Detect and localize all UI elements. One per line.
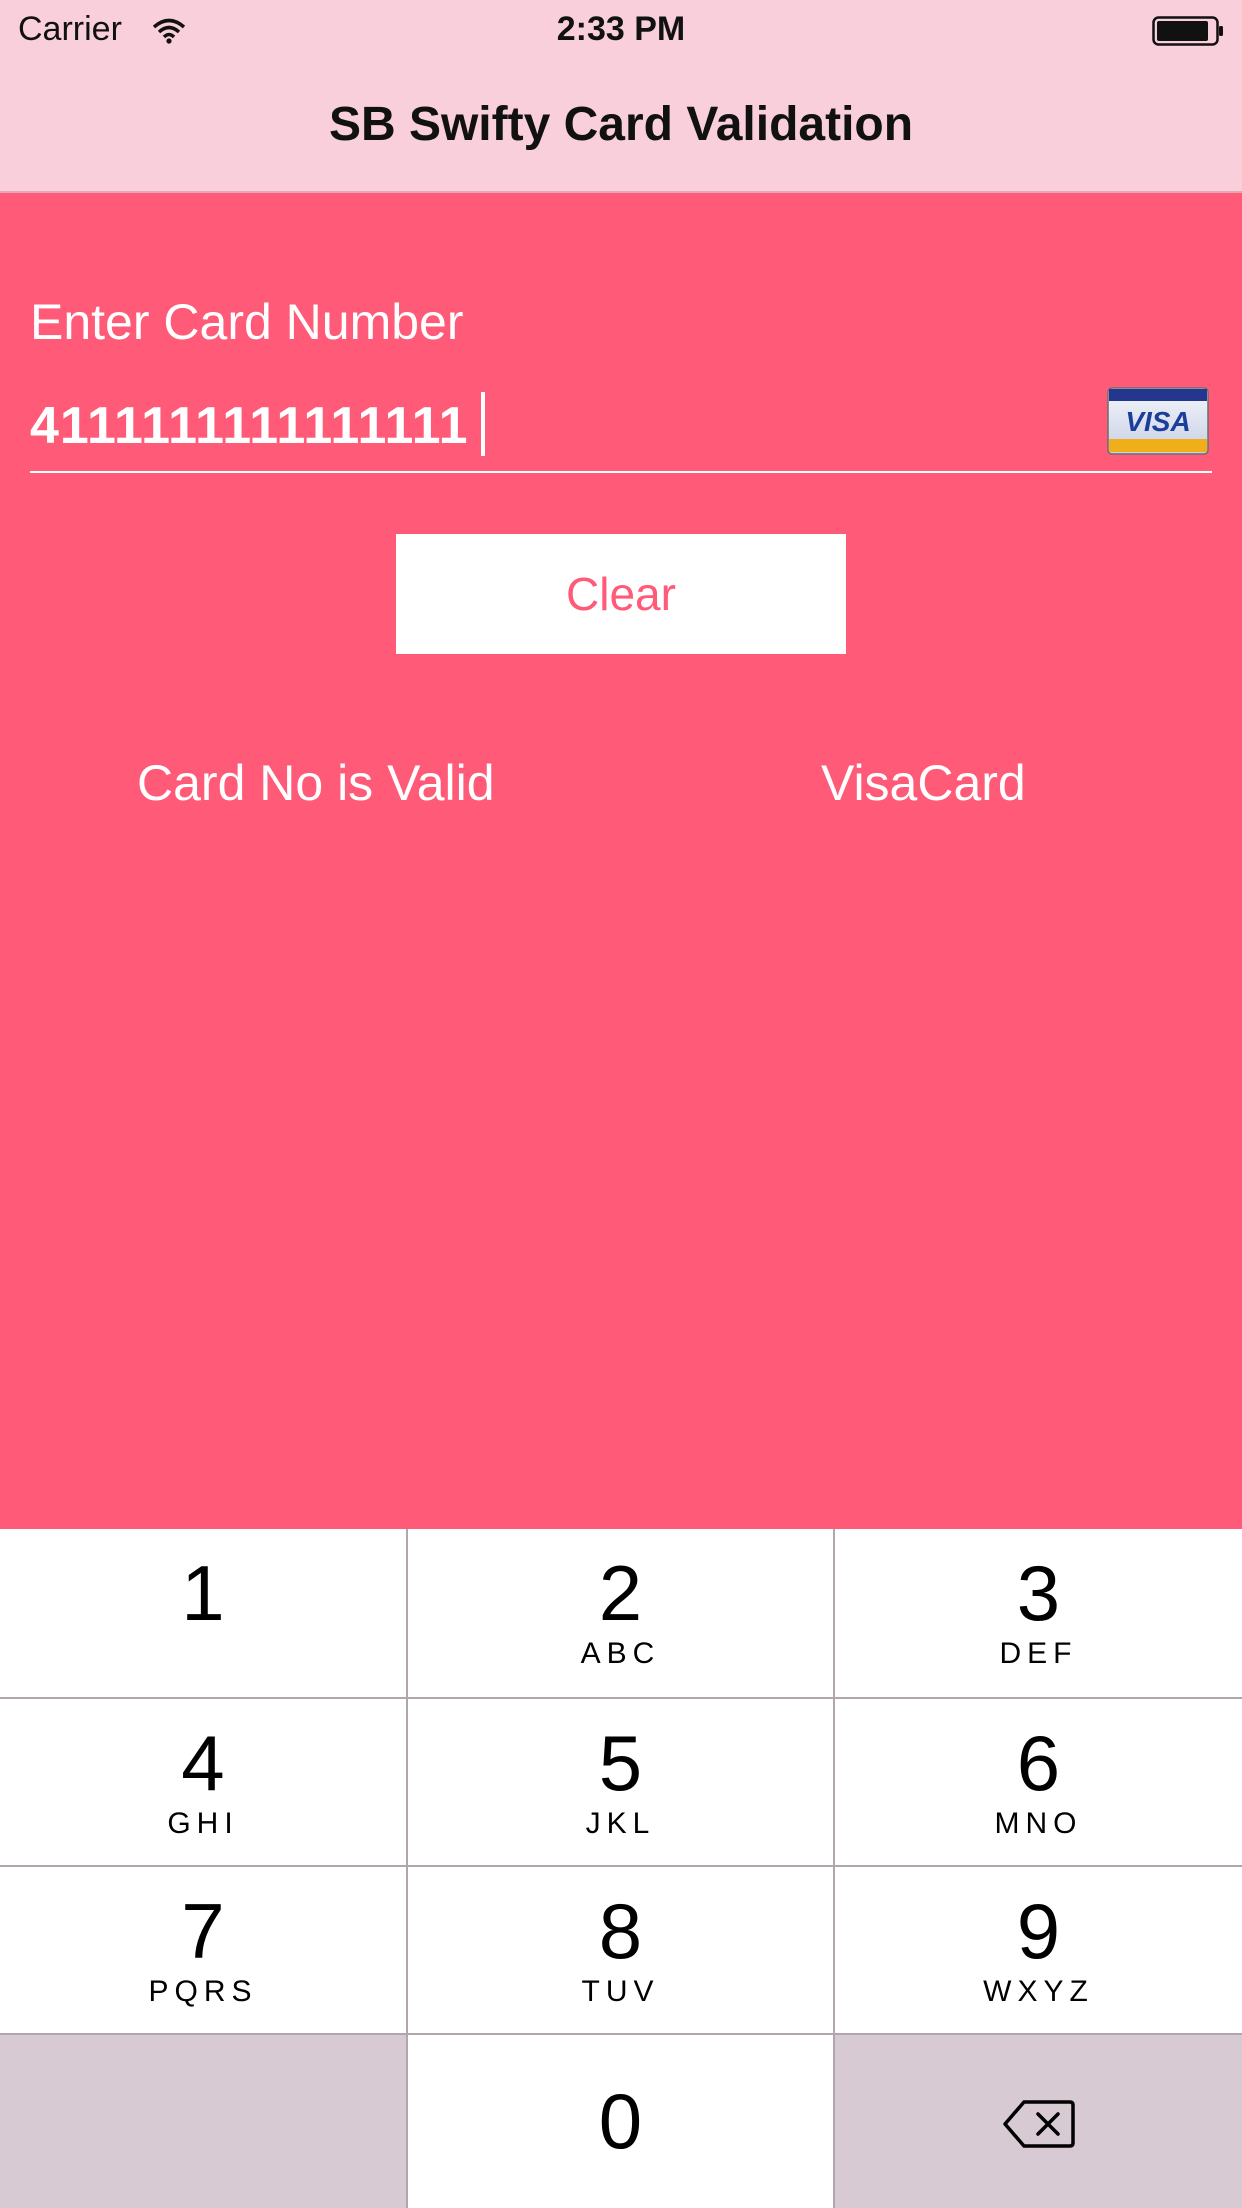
key-digit: 7 [181,1887,225,1975]
key-4[interactable]: 4 GHI [0,1699,406,1865]
key-6[interactable]: 6 MNO [835,1699,1242,1865]
key-letters: ABC [580,1637,661,1670]
numeric-keypad: 1 2 ABC 3 DEF 4 GHI 5 JKL 6 MNO 7 PQRS 8… [0,1529,1242,2208]
validity-status: Card No is Valid [137,755,495,811]
key-digit: 2 [598,1549,643,1637]
card-number-input[interactable] [30,390,1080,462]
card-type-label: VisaCard [821,755,1026,811]
text-cursor [481,392,485,456]
visa-card-icon: VISA [1107,387,1209,455]
key-2[interactable]: 2 ABC [408,1529,833,1697]
key-digit: 4 [181,1719,225,1807]
key-letters: WXYZ [983,1975,1094,2008]
delete-key[interactable] [835,2035,1242,2208]
key-digit: 5 [598,1719,643,1807]
clock: 2:33 PM [556,10,686,48]
key-1[interactable]: 1 [0,1529,406,1697]
key-8[interactable]: 8 TUV [408,1867,833,2033]
key-3[interactable]: 3 DEF [835,1529,1242,1697]
card-number-label: Enter Card Number [30,294,464,350]
svg-text:VISA: VISA [1125,406,1190,437]
key-digit: 1 [181,1549,225,1637]
navigation-bar: SB Swifty Card Validation [0,62,1242,193]
input-underline [30,471,1212,473]
key-0[interactable]: 0 [408,2035,833,2208]
key-digit: 3 [1016,1549,1061,1637]
key-blank [0,2035,406,2208]
key-letters: GHI [167,1807,239,1840]
battery-icon [1152,16,1224,55]
key-7[interactable]: 7 PQRS [0,1867,406,2033]
nav-title: SB Swifty Card Validation [328,98,914,151]
key-letters: PQRS [148,1975,258,2008]
key-digit: 8 [598,1887,643,1975]
key-letters: JKL [585,1807,656,1840]
clear-button[interactable]: Clear [396,534,846,654]
key-digit: 6 [1016,1719,1061,1807]
key-9[interactable]: 9 WXYZ [835,1867,1242,2033]
key-letters: MNO [994,1807,1083,1840]
backspace-icon [1002,2099,1076,2154]
key-letters: TUV [581,1975,660,2008]
key-digit: 9 [1016,1887,1061,1975]
key-digit: 0 [598,2077,643,2165]
key-letters: DEF [999,1637,1078,1670]
key-5[interactable]: 5 JKL [408,1699,833,1865]
status-bar: Carrier 2:33 PM [0,0,1242,62]
